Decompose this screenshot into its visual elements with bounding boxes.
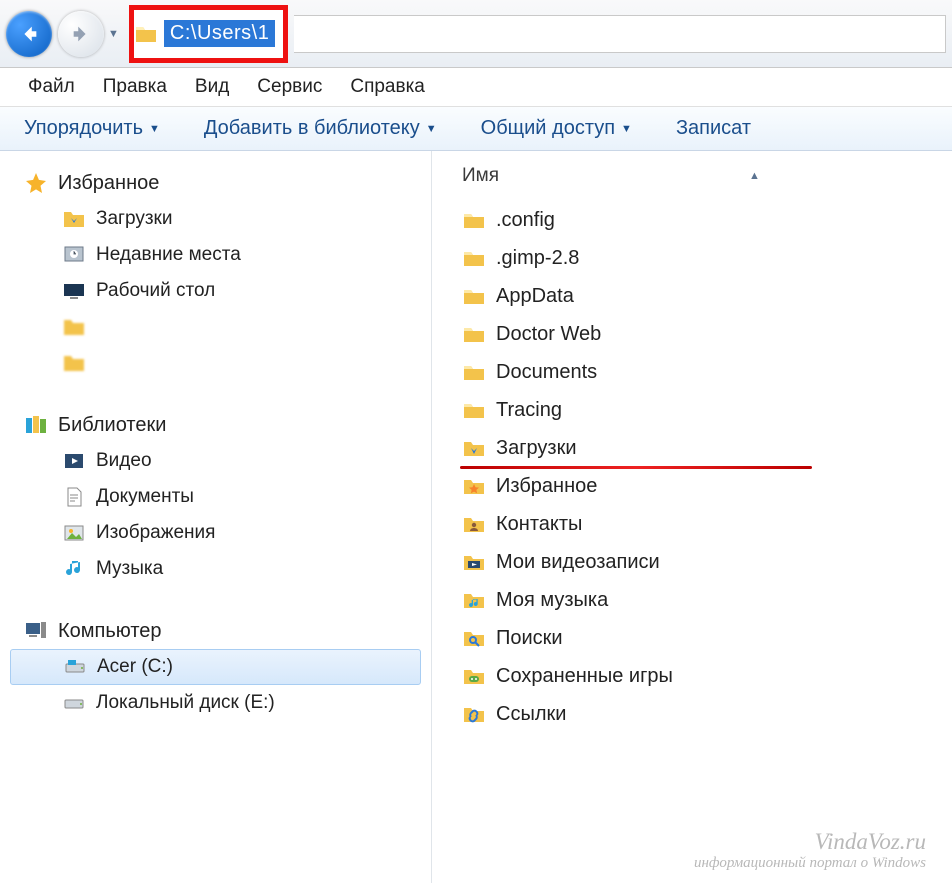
menu-tools[interactable]: Сервис: [257, 76, 322, 98]
games-icon: [462, 664, 486, 688]
file-item[interactable]: Избранное: [462, 467, 952, 505]
address-bar-remainder[interactable]: [294, 15, 946, 53]
folder-icon: [134, 22, 158, 46]
file-item-label: .gimp-2.8: [496, 247, 579, 270]
history-dropdown-icon[interactable]: ▼: [108, 28, 119, 40]
file-item-label: Избранное: [496, 475, 597, 498]
address-path[interactable]: C:\Users\1: [164, 20, 275, 47]
sort-indicator-icon: ▲: [749, 170, 760, 182]
chevron-down-icon: ▼: [621, 123, 632, 135]
menu-bar: Файл Правка Вид Сервис Справка: [0, 68, 952, 107]
menu-help[interactable]: Справка: [350, 76, 425, 98]
address-bar[interactable]: C:\Users\1: [129, 5, 288, 63]
favorites-header[interactable]: Избранное: [0, 165, 431, 201]
links-icon: [462, 702, 486, 726]
file-item[interactable]: Контакты: [462, 505, 952, 543]
navigation-bar: ▼ C:\Users\1: [0, 0, 952, 68]
computer-header[interactable]: Компьютер: [0, 613, 431, 649]
forward-button[interactable]: [58, 11, 104, 57]
file-item-label: Сохраненные игры: [496, 665, 673, 688]
documents-icon: [62, 485, 86, 509]
libraries-icon: [24, 413, 48, 437]
star-icon: [24, 171, 48, 195]
file-item[interactable]: Ссылки: [462, 695, 952, 733]
nav-downloads[interactable]: Загрузки: [0, 201, 431, 237]
folder-icon: [62, 351, 86, 375]
command-bar: Упорядочить▼ Добавить в библиотеку▼ Общи…: [0, 107, 952, 151]
nav-documents[interactable]: Документы: [0, 479, 431, 515]
column-header-name[interactable]: Имя ▲: [462, 161, 952, 201]
folder-icon: [462, 322, 486, 346]
search-folder-icon: [462, 626, 486, 650]
burn-button[interactable]: Записат: [676, 117, 751, 140]
nav-item-blurred[interactable]: [0, 309, 431, 345]
nav-drive-e[interactable]: Локальный диск (E:): [0, 685, 431, 721]
contacts-icon: [462, 512, 486, 536]
folder-icon: [462, 208, 486, 232]
content-pane: Имя ▲ .config .gimp-2.8 AppData Doctor Web D…: [432, 151, 952, 883]
file-item-label: Загрузки: [496, 437, 577, 460]
file-item[interactable]: .gimp-2.8: [462, 239, 952, 277]
file-item-label: AppData: [496, 285, 574, 308]
file-item-label: Doctor Web: [496, 323, 601, 346]
chevron-down-icon: ▼: [149, 123, 160, 135]
folder-icon: [462, 360, 486, 384]
folder-icon: [62, 315, 86, 339]
file-item-label: Ссылки: [496, 703, 566, 726]
file-item-label: Контакты: [496, 513, 582, 536]
favorites-icon: [462, 474, 486, 498]
file-list: .config .gimp-2.8 AppData Doctor Web Documen…: [462, 201, 952, 733]
pictures-icon: [62, 521, 86, 545]
menu-file[interactable]: Файл: [28, 76, 75, 98]
downloads-icon: [462, 436, 486, 460]
file-item-label: .config: [496, 209, 555, 232]
file-item-label: Мои видеозаписи: [496, 551, 660, 574]
recent-icon: [62, 243, 86, 267]
file-item-label: Tracing: [496, 399, 562, 422]
nav-pictures[interactable]: Изображения: [0, 515, 431, 551]
file-item-label: Моя музыка: [496, 589, 608, 612]
file-item[interactable]: .config: [462, 201, 952, 239]
file-item[interactable]: Моя музыка: [462, 581, 952, 619]
folder-icon: [462, 284, 486, 308]
file-item-label: Поиски: [496, 627, 563, 650]
nav-video[interactable]: Видео: [0, 443, 431, 479]
drive-icon: [62, 691, 86, 715]
file-item[interactable]: Загрузки: [462, 429, 952, 467]
video-icon: [62, 449, 86, 473]
file-item[interactable]: Мои видеозаписи: [462, 543, 952, 581]
nav-drive-c[interactable]: Acer (C:): [10, 649, 421, 685]
folder-icon: [462, 246, 486, 270]
nav-music[interactable]: Музыка: [0, 551, 431, 587]
back-button[interactable]: [6, 11, 52, 57]
nav-desktop[interactable]: Рабочий стол: [0, 273, 431, 309]
file-item[interactable]: Tracing: [462, 391, 952, 429]
file-item[interactable]: Поиски: [462, 619, 952, 657]
watermark: VindaVoz.ru информационный портал о Wind…: [694, 829, 926, 872]
add-to-library-button[interactable]: Добавить в библиотеку▼: [204, 117, 437, 140]
file-item[interactable]: Doctor Web: [462, 315, 952, 353]
share-button[interactable]: Общий доступ▼: [481, 117, 632, 140]
music-icon: [62, 557, 86, 581]
file-item[interactable]: AppData: [462, 277, 952, 315]
navigation-pane: Избранное Загрузки Недавние места Рабочи…: [0, 151, 432, 883]
downloads-icon: [62, 207, 86, 231]
folder-icon: [462, 398, 486, 422]
organize-button[interactable]: Упорядочить▼: [24, 117, 160, 140]
chevron-down-icon: ▼: [426, 123, 437, 135]
menu-view[interactable]: Вид: [195, 76, 229, 98]
desktop-icon: [62, 279, 86, 303]
nav-recent-places[interactable]: Недавние места: [0, 237, 431, 273]
libraries-header[interactable]: Библиотеки: [0, 407, 431, 443]
file-item[interactable]: Documents: [462, 353, 952, 391]
computer-icon: [24, 619, 48, 643]
video-icon: [462, 550, 486, 574]
file-item[interactable]: Сохраненные игры: [462, 657, 952, 695]
music-folder-icon: [462, 588, 486, 612]
drive-icon: [63, 655, 87, 679]
nav-item-blurred[interactable]: [0, 345, 431, 381]
menu-edit[interactable]: Правка: [103, 76, 167, 98]
file-item-label: Documents: [496, 361, 597, 384]
